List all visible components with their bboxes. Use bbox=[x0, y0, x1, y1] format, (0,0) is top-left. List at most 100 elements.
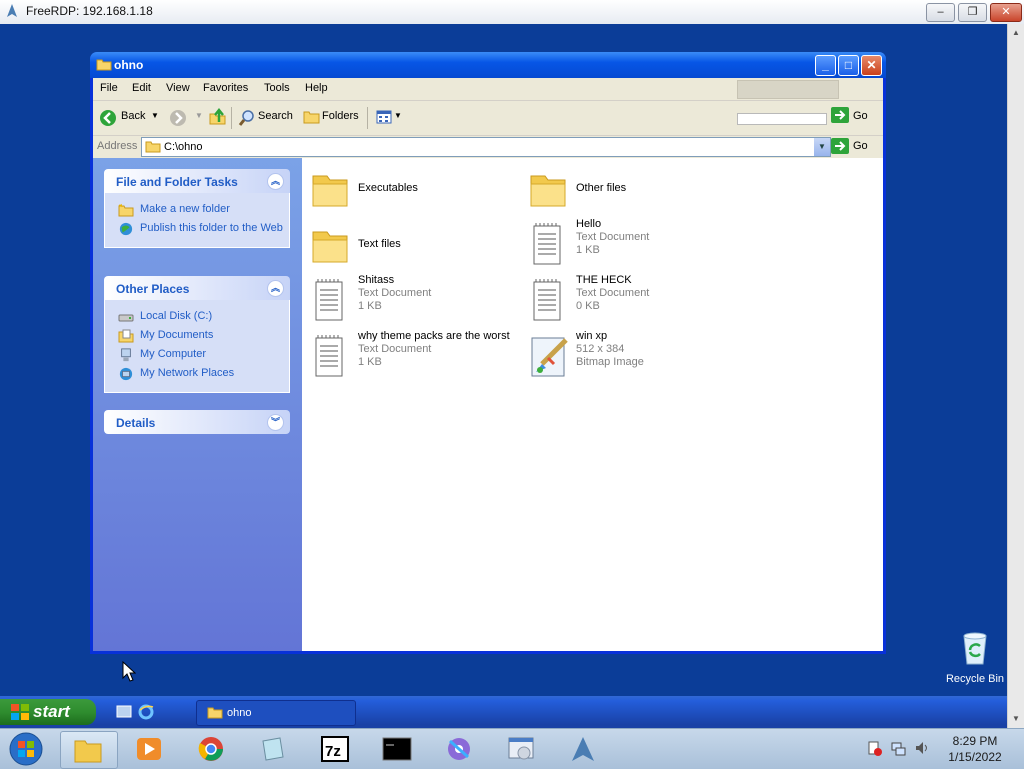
notepad-icon bbox=[262, 737, 284, 761]
task-pane: File and Folder Tasks ︽ Make a new folde… bbox=[93, 158, 302, 651]
mouse-cursor-icon bbox=[122, 661, 136, 682]
file-item-hello[interactable]: Hello Text Document 1 KB bbox=[528, 218, 743, 272]
collapse-chevron-icon[interactable]: ︽ bbox=[267, 280, 284, 297]
collapse-chevron-icon[interactable]: ︽ bbox=[267, 173, 284, 190]
explorer-titlebar[interactable]: ohno _ □ ✕ bbox=[90, 52, 886, 78]
freerdp-icon bbox=[572, 737, 594, 761]
other-places-panel: Other Places ︽ Local Disk (C:) My Docume… bbox=[104, 276, 290, 393]
media-player-taskbar-button[interactable] bbox=[122, 731, 178, 767]
forward-arrow-icon[interactable] bbox=[169, 109, 187, 127]
menu-favorites[interactable]: Favorites bbox=[203, 82, 248, 94]
my-documents-link[interactable]: My Documents bbox=[105, 329, 289, 343]
folder-icon bbox=[207, 707, 223, 719]
rdp-restore-button[interactable]: ❐ bbox=[958, 3, 987, 22]
file-size: 1 KB bbox=[358, 356, 382, 368]
media-player-icon bbox=[137, 738, 161, 760]
7zip-taskbar-button[interactable]: 7z bbox=[308, 731, 364, 767]
file-item-executables[interactable]: Executables bbox=[310, 166, 525, 216]
local-disk-link[interactable]: Local Disk (C:) bbox=[105, 310, 289, 323]
scroll-up-icon[interactable]: ▲ bbox=[1012, 28, 1020, 37]
action-center-icon[interactable] bbox=[866, 740, 882, 756]
file-name: Hello bbox=[576, 218, 602, 230]
panel-header[interactable]: File and Folder Tasks ︽ bbox=[104, 169, 290, 193]
panel-title: Other Places bbox=[116, 282, 190, 296]
back-dropdown-icon[interactable]: ▼ bbox=[151, 111, 159, 120]
address-value: C:\ohno bbox=[164, 141, 203, 153]
rdp-scrollbar[interactable]: ▲ ▼ bbox=[1007, 24, 1024, 728]
panel-header[interactable]: Other Places ︽ bbox=[104, 276, 290, 300]
image-dimensions: 512 x 384 bbox=[576, 343, 625, 355]
volume-icon[interactable] bbox=[914, 740, 930, 756]
back-button[interactable]: Back bbox=[121, 110, 145, 122]
go-label-top[interactable]: Go bbox=[853, 110, 868, 122]
file-type: Bitmap Image bbox=[576, 356, 644, 368]
address-input[interactable]: C:\ohno ▼ bbox=[141, 137, 831, 157]
folder-icon bbox=[74, 740, 102, 763]
chrome-taskbar-button[interactable] bbox=[184, 731, 240, 767]
my-network-places-link[interactable]: My Network Places bbox=[105, 367, 289, 381]
menu-tools[interactable]: Tools bbox=[264, 82, 290, 94]
menu-file[interactable]: File bbox=[100, 82, 118, 94]
quicklaunch-desktop-icon[interactable] bbox=[116, 704, 132, 720]
cmd-taskbar-button[interactable] bbox=[370, 731, 426, 767]
rdp-close-button[interactable]: ✕ bbox=[990, 3, 1022, 22]
network-icon[interactable] bbox=[890, 740, 906, 756]
go-arrow-icon[interactable] bbox=[831, 107, 849, 123]
menu-help[interactable]: Help bbox=[305, 82, 328, 94]
maximize-button[interactable]: □ bbox=[838, 55, 859, 76]
file-item-shitass[interactable]: Shitass Text Document 1 KB bbox=[310, 274, 525, 328]
address-dropdown-icon[interactable]: ▼ bbox=[814, 138, 830, 156]
scroll-down-icon[interactable]: ▼ bbox=[1012, 714, 1020, 723]
start-label: start bbox=[33, 702, 70, 721]
toolbar-separator bbox=[367, 107, 368, 129]
recycle-bin[interactable]: Recycle Bin bbox=[945, 632, 1005, 685]
taskbar-item-ohno[interactable]: ohno bbox=[196, 700, 356, 726]
views-icon[interactable] bbox=[376, 110, 392, 124]
views-dropdown-icon[interactable]: ▼ bbox=[394, 111, 402, 120]
file-size: 1 KB bbox=[576, 244, 600, 256]
file-item-win-xp[interactable]: win xp 512 x 384 Bitmap Image bbox=[528, 330, 743, 384]
windows-logo-icon bbox=[11, 704, 29, 720]
file-item-why-theme-packs[interactable]: why theme packs are the worst Text Docum… bbox=[310, 330, 525, 384]
panel-body: Make a new folder Publish this folder to… bbox=[104, 193, 290, 248]
installer-taskbar-button[interactable] bbox=[494, 731, 550, 767]
system-clock[interactable]: 8:29 PM 1/15/2022 bbox=[940, 733, 1010, 765]
publish-folder-web-link[interactable]: Publish this folder to the Web bbox=[105, 222, 289, 236]
back-arrow-icon[interactable] bbox=[99, 109, 117, 127]
folders-button[interactable]: Folders bbox=[322, 110, 359, 122]
make-new-folder-link[interactable]: Make a new folder bbox=[105, 203, 289, 217]
my-computer-link[interactable]: My Computer bbox=[105, 348, 289, 362]
menu-edit[interactable]: Edit bbox=[132, 82, 151, 94]
close-button[interactable]: ✕ bbox=[861, 55, 882, 76]
start-button[interactable]: start bbox=[0, 699, 96, 725]
menu-view[interactable]: View bbox=[166, 82, 190, 94]
text-document-icon bbox=[315, 279, 343, 321]
internet-explorer-icon[interactable] bbox=[138, 704, 154, 720]
disc-burner-icon bbox=[448, 738, 470, 760]
explorer-body: File Edit View Favorites Tools Help Back… bbox=[93, 78, 883, 651]
file-item-the-heck[interactable]: THE HECK Text Document 0 KB bbox=[528, 274, 743, 328]
panel-header[interactable]: Details ︾ bbox=[104, 410, 290, 434]
notepad-taskbar-button[interactable] bbox=[246, 731, 302, 767]
forward-dropdown-icon[interactable]: ▼ bbox=[195, 111, 203, 120]
search-icon[interactable] bbox=[238, 109, 256, 127]
clock-time: 8:29 PM bbox=[952, 734, 998, 748]
file-item-other-files[interactable]: Other files bbox=[528, 166, 743, 216]
folders-icon[interactable] bbox=[303, 109, 321, 125]
text-document-icon bbox=[533, 223, 561, 265]
svg-text:7z: 7z bbox=[325, 743, 341, 760]
freerdp-taskbar-button[interactable] bbox=[556, 731, 612, 767]
my-documents-icon bbox=[118, 329, 134, 343]
file-name: Other files bbox=[576, 182, 627, 194]
up-folder-icon[interactable] bbox=[209, 108, 227, 126]
minimize-button[interactable]: _ bbox=[815, 55, 836, 76]
search-button[interactable]: Search bbox=[258, 110, 293, 122]
file-item-text-files[interactable]: Text files bbox=[310, 222, 525, 272]
windows-orb-icon[interactable] bbox=[8, 731, 44, 767]
app-taskbar-button[interactable] bbox=[432, 731, 488, 767]
expand-chevron-icon[interactable]: ︾ bbox=[267, 414, 284, 431]
explorer-taskbar-button[interactable] bbox=[60, 731, 118, 769]
rdp-minimize-button[interactable]: – bbox=[926, 3, 955, 22]
file-name: Executables bbox=[358, 182, 418, 194]
menu-bar: File Edit View Favorites Tools Help bbox=[93, 78, 883, 101]
